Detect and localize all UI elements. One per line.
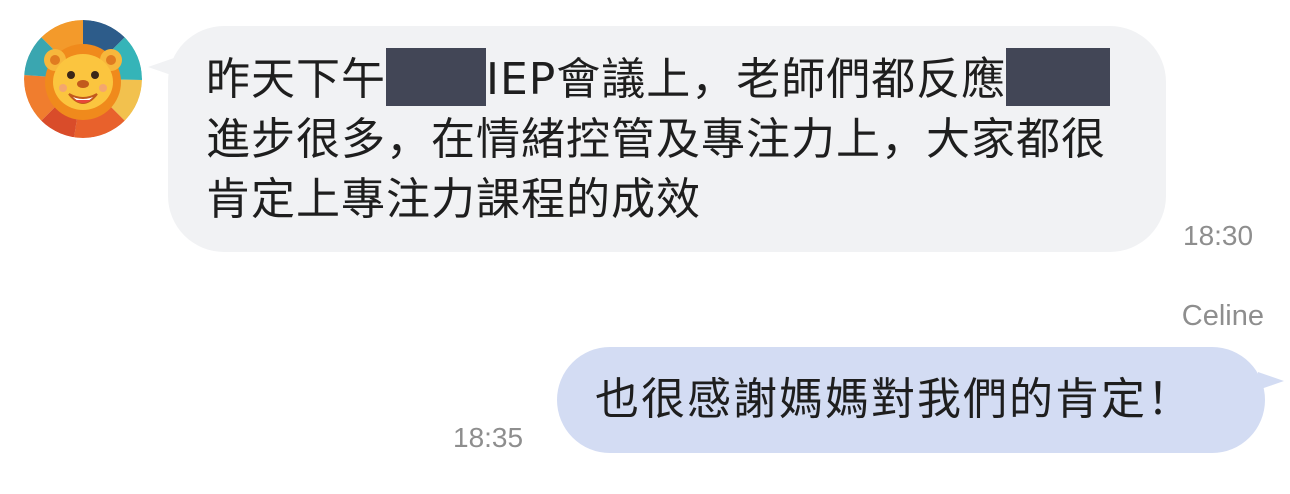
redaction-block xyxy=(1062,48,1111,106)
lion-avatar-icon xyxy=(24,20,142,138)
outgoing-message-text: 也很感謝媽媽對我們的肯定！ xyxy=(595,374,1193,425)
outgoing-sender-name: Celine xyxy=(1181,300,1264,332)
message-segment: 進步很多，在情緒控管及專注力上，大家都很肯定上專注力課程的成效 xyxy=(206,114,1106,225)
message-segment: IEP會議上，老師們都反應 xyxy=(486,54,1007,105)
redaction-block xyxy=(1006,48,1063,106)
outgoing-bubble-tail xyxy=(1258,372,1284,390)
outgoing-timestamp: 18:35 xyxy=(453,422,524,453)
incoming-message-text: 昨天下午 IEP會議上，老師們都反應進步很多，在情緒控管及專注力上，大家都很肯定上… xyxy=(206,48,1136,230)
sender-avatar[interactable] xyxy=(24,20,142,138)
incoming-timestamp: 18:30 xyxy=(1183,220,1254,251)
message-segment: 昨天下午 xyxy=(206,54,386,105)
redaction-block xyxy=(386,48,486,106)
